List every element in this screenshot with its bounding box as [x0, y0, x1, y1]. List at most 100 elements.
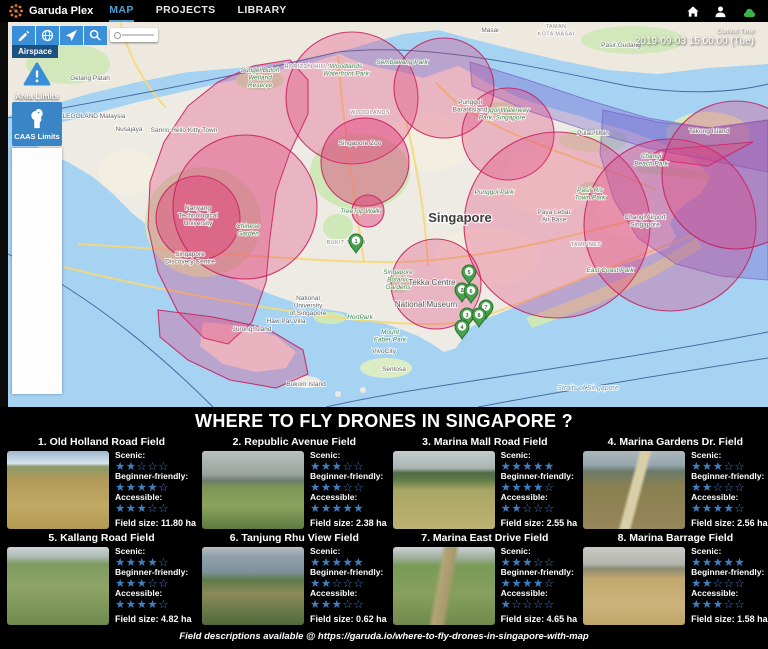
- map-label: Haw Par Villa: [267, 318, 306, 325]
- garuda-dots-logo: [8, 3, 24, 19]
- map-label: Tekong Island: [689, 128, 729, 135]
- map-label: Bukom Island: [286, 381, 326, 388]
- caas-limits-label: CAAS Limits: [14, 132, 59, 141]
- map-label: National Museum: [395, 300, 458, 309]
- svg-text:1: 1: [354, 239, 357, 245]
- field-card: 7. Marina East Drive Field Scenic:★★★☆☆B…: [393, 532, 578, 625]
- field-ratings: Scenic:★★☆☆☆Beginner-friendly:★★★★☆Acces…: [115, 451, 196, 529]
- locate-tool-button[interactable]: [60, 26, 83, 45]
- home-icon[interactable]: [686, 5, 700, 18]
- map-label: Sentosa: [382, 366, 406, 373]
- map-canvas[interactable]: Gelang Patah HORIZON HILLS LEGOLAND Malays…: [8, 22, 768, 407]
- search-icon: [89, 29, 102, 42]
- field-ratings: Scenic:★★★☆☆Beginner-friendly:★★★☆☆Acces…: [310, 451, 387, 529]
- top-bar: Garuda Plex MAP PROJECTS LIBRARY: [0, 0, 768, 22]
- field-ratings: Scenic:★★★★★Beginner-friendly:★★☆☆☆Acces…: [691, 547, 768, 625]
- field-ratings: Scenic:★★★☆☆Beginner-friendly:★★☆☆☆Acces…: [691, 451, 768, 529]
- field-size: Field size: 2.56 ha: [691, 518, 768, 528]
- map-label: TAMPINES: [571, 242, 602, 248]
- layers-tool-button[interactable]: [36, 26, 59, 45]
- map-label: Singapore: [428, 210, 492, 225]
- map-label: Gelang Patah: [70, 75, 110, 82]
- area-limits-toggle[interactable]: Area Limits: [12, 62, 62, 101]
- field-photo: [583, 451, 685, 529]
- nav-tab-library[interactable]: LIBRARY: [238, 0, 287, 22]
- map-label: Pulau Ubin: [577, 130, 609, 137]
- field-card: 5. Kallang Road Field Scenic:★★★★☆Beginn…: [7, 532, 196, 625]
- accessible-rating: ★★★★☆: [115, 598, 192, 610]
- field-card-title: 5. Kallang Road Field: [7, 532, 196, 544]
- globe-icon: [41, 29, 54, 42]
- field-size: Field size: 4.82 ha: [115, 614, 192, 624]
- nav-tab-projects[interactable]: PROJECTS: [156, 0, 216, 22]
- slider-knob-icon[interactable]: [114, 32, 121, 39]
- accessible-rating: ★★★☆☆: [310, 598, 387, 610]
- field-card: 2. Republic Avenue Field Scenic:★★★☆☆Beg…: [202, 436, 387, 529]
- airspace-panel-tab[interactable]: Airspace: [12, 45, 58, 58]
- map-label: TreeTop Walk: [340, 208, 380, 215]
- field-card-title: 1. Old Holland Road Field: [7, 436, 196, 448]
- field-size: Field size: 0.62 ha: [310, 614, 387, 624]
- field-card-title: 2. Republic Avenue Field: [202, 436, 387, 448]
- svg-text:2: 2: [460, 288, 463, 294]
- map-label: Singapore Zoo: [339, 140, 382, 147]
- send-icon: [65, 29, 78, 42]
- map-label: LEGOLAND Malaysia: [63, 113, 126, 120]
- map-label: Changi AirportSingapore: [624, 214, 665, 229]
- map-label: ChineseGarden: [236, 223, 260, 238]
- field-size: Field size: 1.58 ha: [691, 614, 768, 624]
- field-ratings: Scenic:★★★☆☆Beginner-friendly:★★★★☆Acces…: [501, 547, 578, 625]
- search-tool-button[interactable]: [84, 26, 107, 45]
- svg-text:7: 7: [484, 305, 487, 311]
- main-nav: MAP PROJECTS LIBRARY: [109, 0, 286, 22]
- map-label: Pasir RisTown Park: [575, 187, 606, 202]
- field-ratings: Scenic:★★★★★Beginner-friendly:★★☆☆☆Acces…: [310, 547, 387, 625]
- svg-text:8: 8: [477, 313, 480, 319]
- field-photo: [583, 547, 685, 625]
- accessible-rating: ★★★☆☆: [115, 502, 196, 514]
- map-label: HortPark: [347, 314, 373, 321]
- map-timestamp: Current Time 2019-09-03 15:00:00 (Tue): [635, 28, 754, 47]
- slider-track: [122, 34, 154, 36]
- warning-triangle-icon: [22, 62, 52, 86]
- svg-text:5: 5: [467, 270, 470, 276]
- map-label: HORIZON HILLS: [284, 64, 331, 70]
- field-card: 1. Old Holland Road Field Scenic:★★☆☆☆Be…: [7, 436, 196, 529]
- field-size: Field size: 4.65 ha: [501, 614, 578, 624]
- accessible-rating: ★★★★☆: [691, 502, 768, 514]
- map-label: Sanrio Hello Kitty Town: [151, 127, 218, 134]
- field-card-title: 6. Tanjung Rhu View Field: [202, 532, 387, 544]
- map-label: Jurong Island: [232, 326, 271, 333]
- cloud-sync-icon[interactable]: [741, 5, 758, 18]
- merlion-icon: [26, 107, 48, 131]
- field-card: 6. Tanjung Rhu View Field Scenic:★★★★★Be…: [202, 532, 387, 625]
- time-slider[interactable]: [110, 28, 158, 42]
- field-ratings: Scenic:★★★★☆Beginner-friendly:★★★☆☆Acces…: [115, 547, 192, 625]
- draw-tool-button[interactable]: [12, 26, 35, 45]
- nav-tab-map[interactable]: MAP: [109, 0, 134, 22]
- map-label: Tekka Centre: [408, 278, 456, 287]
- svg-text:6: 6: [469, 289, 472, 295]
- svg-text:3: 3: [465, 313, 468, 319]
- field-size: Field size: 2.55 ha: [501, 518, 578, 528]
- field-card-title: 4. Marina Gardens Dr. Field: [583, 436, 768, 448]
- accessible-rating: ★★★★★: [310, 502, 387, 514]
- map-label: VivoCity: [372, 348, 396, 355]
- caas-limits-toggle[interactable]: CAAS Limits: [12, 102, 62, 146]
- section-title: WHERE TO FLY DRONES IN SINGAPORE ?: [0, 411, 768, 432]
- pencil-icon: [17, 29, 30, 42]
- user-icon[interactable]: [714, 5, 727, 18]
- map-label: East Coast Park: [587, 267, 635, 274]
- field-size: Field size: 2.38 ha: [310, 518, 387, 528]
- map-label: Masai: [481, 27, 498, 34]
- fields-section: WHERE TO FLY DRONES IN SINGAPORE ? 1. Ol…: [0, 407, 768, 649]
- field-size: Field size: 11.80 ha: [115, 518, 196, 528]
- field-photo: [202, 547, 304, 625]
- field-photo: [393, 451, 495, 529]
- legend-panel: [12, 148, 62, 394]
- accessible-rating: ★★★☆☆: [691, 598, 768, 610]
- garuda-plex-app: Garuda Plex MAP PROJECTS LIBRARY: [0, 0, 768, 649]
- field-card: 4. Marina Gardens Dr. Field Scenic:★★★☆☆…: [583, 436, 768, 529]
- field-card: 3. Marina Mall Road Field Scenic:★★★★★Be…: [393, 436, 578, 529]
- app-title: Garuda Plex: [29, 5, 93, 17]
